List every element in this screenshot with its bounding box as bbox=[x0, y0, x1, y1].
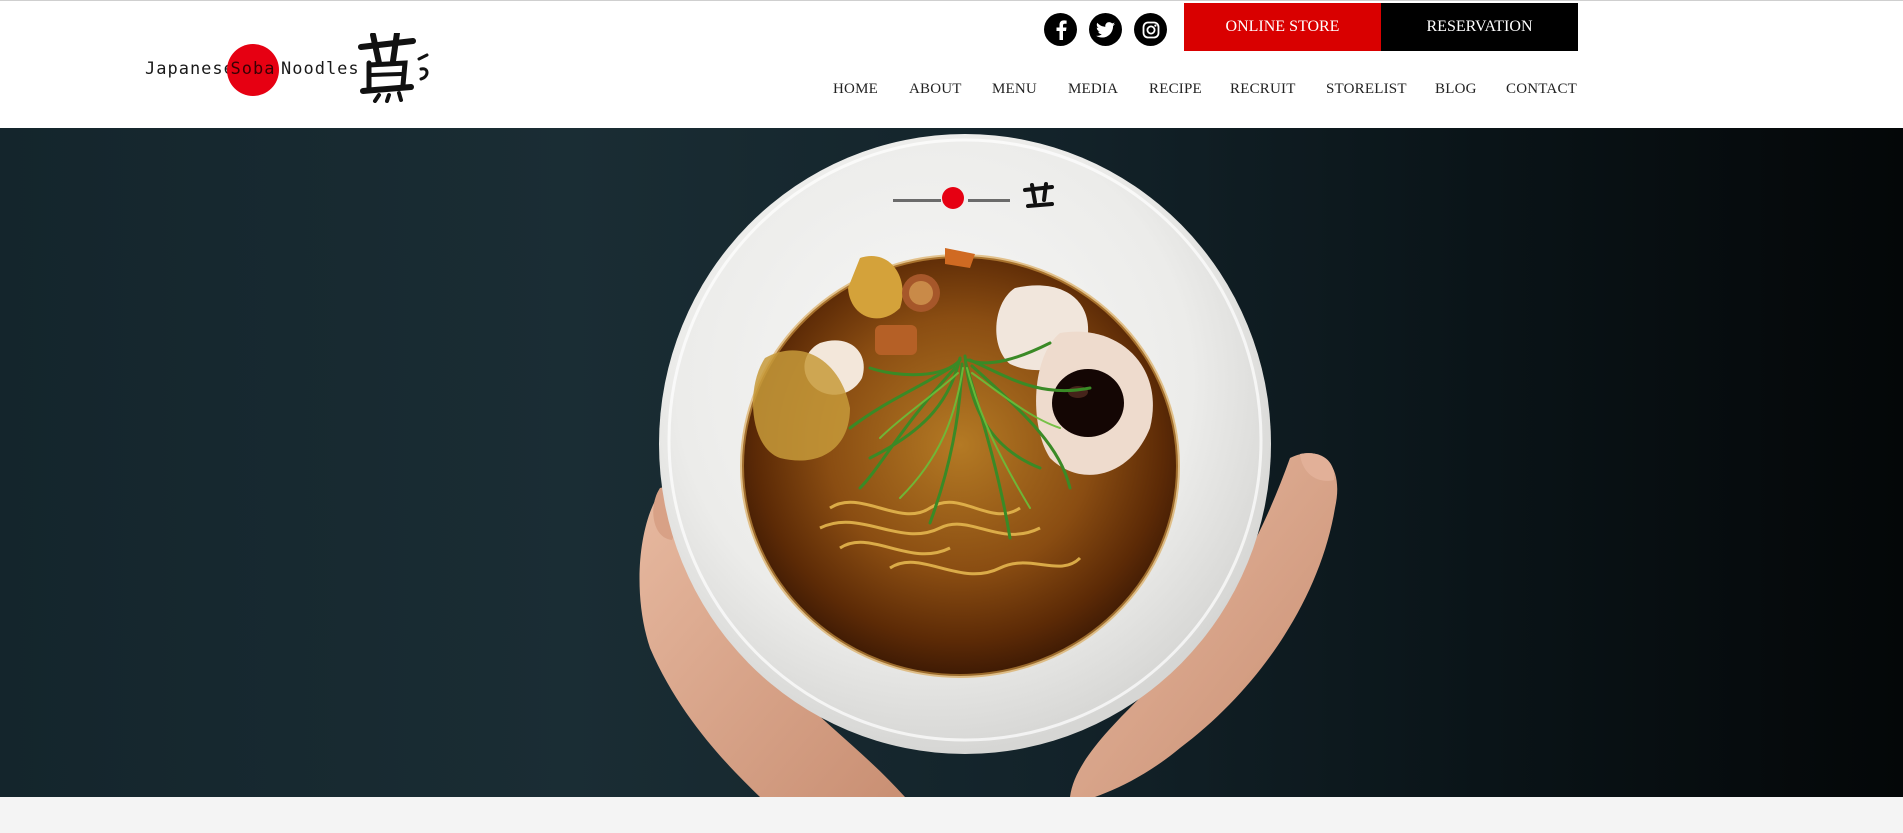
brand-logo[interactable]: Japanese Soba Noodles bbox=[145, 33, 435, 103]
nav-item-media[interactable]: MEDIA bbox=[1068, 81, 1118, 98]
nav-item-home[interactable]: HOME bbox=[833, 81, 878, 98]
nav-item-storelist[interactable]: STORELIST bbox=[1326, 81, 1407, 98]
shiitake-mushroom bbox=[1052, 369, 1124, 437]
nav-item-recipe[interactable]: RECIPE bbox=[1149, 81, 1202, 98]
twitter-icon bbox=[1096, 21, 1115, 38]
logo-word-japanese: Japanese bbox=[145, 59, 235, 79]
logo-red-circle: Soba bbox=[227, 44, 279, 96]
nav-item-menu[interactable]: MENU bbox=[992, 81, 1037, 98]
facebook-icon bbox=[1056, 19, 1067, 40]
instagram-icon bbox=[1142, 21, 1159, 38]
facebook-link[interactable] bbox=[1044, 13, 1077, 46]
logo-word-soba: Soba bbox=[230, 59, 276, 79]
nav-item-about[interactable]: ABOUT bbox=[909, 81, 962, 98]
page-bottom-strip bbox=[0, 797, 1903, 833]
instagram-link[interactable] bbox=[1134, 13, 1167, 46]
logo-word-noodles: Noodles bbox=[281, 59, 360, 79]
site-header: Japanese Soba Noodles ONLINE STORE RESER… bbox=[0, 1, 1903, 128]
twitter-link[interactable] bbox=[1089, 13, 1122, 46]
nav-item-recruit[interactable]: RECRUIT bbox=[1230, 81, 1296, 98]
hero-illustration bbox=[639, 134, 1338, 797]
logo-brush-calligraphy-icon bbox=[358, 33, 429, 103]
hero-image bbox=[0, 128, 1903, 797]
online-store-button[interactable]: ONLINE STORE bbox=[1184, 3, 1381, 51]
nav-item-blog[interactable]: BLOG bbox=[1435, 81, 1477, 98]
nav-item-contact[interactable]: CONTACT bbox=[1506, 81, 1577, 98]
reservation-button[interactable]: RESERVATION bbox=[1381, 3, 1578, 51]
